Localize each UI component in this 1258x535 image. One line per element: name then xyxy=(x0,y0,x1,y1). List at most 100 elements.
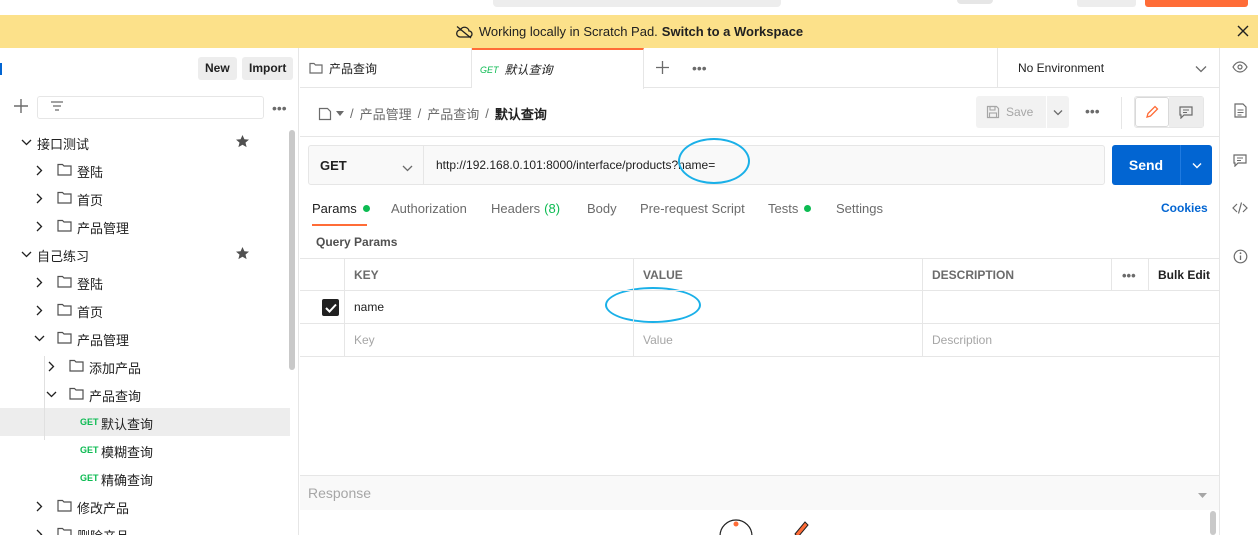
cookies-link[interactable]: Cookies xyxy=(1161,201,1208,215)
subtab-label: Params xyxy=(312,201,357,216)
comment-icon xyxy=(1179,105,1193,119)
more-options-icon[interactable]: ••• xyxy=(272,100,287,116)
new-key-input[interactable]: Key xyxy=(344,324,633,356)
sidebar-scrollbar[interactable] xyxy=(289,130,295,370)
chevron-down-icon[interactable] xyxy=(45,388,57,400)
chevron-right-icon[interactable] xyxy=(45,360,57,372)
save-button[interactable]: Save xyxy=(976,96,1046,128)
documentation-icon[interactable] xyxy=(1232,102,1248,118)
search-bar[interactable] xyxy=(493,0,781,7)
chevron-down-icon xyxy=(1053,109,1063,115)
edit-mode-button[interactable] xyxy=(1135,97,1169,127)
subtab-settings[interactable]: Settings xyxy=(836,201,883,216)
subtab-params[interactable]: Params xyxy=(312,201,370,216)
sidebar-collection-item[interactable]: 接口测试 xyxy=(0,128,290,156)
param-description-input[interactable] xyxy=(922,291,1219,323)
code-icon[interactable] xyxy=(1232,200,1248,216)
folder-icon xyxy=(57,303,72,316)
tab-default-query[interactable]: GET 默认查询 xyxy=(472,48,644,89)
caret-down-icon[interactable] xyxy=(1198,488,1207,502)
chevron-right-icon[interactable] xyxy=(33,220,45,232)
eye-icon[interactable] xyxy=(1232,59,1248,75)
upgrade-button[interactable] xyxy=(1145,0,1248,7)
sidebar-request-item[interactable]: GET 精确查询 xyxy=(0,464,290,492)
comments-icon[interactable] xyxy=(1232,152,1248,168)
comment-mode-button[interactable] xyxy=(1169,97,1203,127)
method-select[interactable]: GET xyxy=(309,146,424,184)
sidebar-folder-item[interactable]: 登陆 xyxy=(0,156,290,184)
sidebar-folder-item[interactable]: 首页 xyxy=(0,184,290,212)
subtab-label: Pre-request Script xyxy=(640,201,745,216)
sidebar-folder-item[interactable]: 产品管理 xyxy=(0,324,290,352)
tab-product-query[interactable]: 产品查询 xyxy=(300,48,472,88)
sidebar-collection-item[interactable]: 自己练习 xyxy=(0,240,290,268)
new-value-input[interactable]: Value xyxy=(633,324,922,356)
subtab-authorization[interactable]: Authorization xyxy=(391,201,467,216)
table-options-icon[interactable]: ••• xyxy=(1111,259,1148,291)
request-header: / 产品管理 / 产品查询 / 默认查询 Save ••• xyxy=(300,89,1219,137)
new-tab-icon[interactable] xyxy=(655,60,670,78)
chevron-right-icon[interactable] xyxy=(33,304,45,316)
cloud-icon xyxy=(455,25,473,39)
new-description-input[interactable]: Description xyxy=(922,324,1219,356)
chevron-right-icon[interactable] xyxy=(33,500,45,512)
subtab-headers[interactable]: Headers (8) xyxy=(491,201,560,216)
request-name[interactable]: 默认查询 xyxy=(495,104,547,123)
save-options-button[interactable] xyxy=(1046,96,1069,128)
sidebar-request-item[interactable]: GET 模糊查询 xyxy=(0,436,290,464)
breadcrumb-item[interactable]: 产品管理 xyxy=(360,104,412,123)
folder-icon xyxy=(69,359,84,372)
chevron-down-icon[interactable] xyxy=(33,332,45,344)
tab-label: 产品查询 xyxy=(329,61,378,76)
subtab-body[interactable]: Body xyxy=(587,201,617,216)
send-button[interactable]: Send xyxy=(1112,145,1212,185)
subtab-tests[interactable]: Tests xyxy=(768,201,812,216)
response-header[interactable]: Response xyxy=(300,476,1219,510)
breadcrumb-item[interactable]: 产品查询 xyxy=(427,104,479,123)
chevron-down-icon[interactable] xyxy=(20,136,32,148)
response-scrollbar[interactable] xyxy=(1210,511,1216,535)
star-icon[interactable] xyxy=(235,246,250,264)
folder-icon xyxy=(69,387,84,400)
chevron-down-icon[interactable] xyxy=(20,248,32,260)
sidebar-item-label: 模糊查询 xyxy=(101,445,154,460)
sidebar-folder-item[interactable]: 产品管理 xyxy=(0,212,290,240)
chevron-right-icon[interactable] xyxy=(33,192,45,204)
import-button[interactable]: Import xyxy=(242,57,294,80)
environment-selector[interactable]: No Environment xyxy=(997,48,1219,88)
close-icon[interactable] xyxy=(1236,24,1250,38)
app-header xyxy=(0,0,1258,15)
sidebar-folder-item[interactable]: 登陆 xyxy=(0,268,290,296)
chevron-right-icon[interactable] xyxy=(33,276,45,288)
more-actions-icon[interactable]: ••• xyxy=(1085,103,1100,119)
sidebar-folder-item[interactable]: 首页 xyxy=(0,296,290,324)
param-value-input[interactable] xyxy=(633,291,922,323)
send-options-button[interactable] xyxy=(1180,145,1212,185)
chevron-right-icon[interactable] xyxy=(33,164,45,176)
collection-tree: 接口测试 登陆 首页 产品管理 自己练习 登陆 首页 产品管理 添加产品 产品查询 GET 默认查询 G… xyxy=(0,128,290,535)
avatar[interactable] xyxy=(957,0,993,4)
status-dot xyxy=(362,205,370,212)
request-icon[interactable] xyxy=(318,107,332,121)
chevron-right-icon[interactable] xyxy=(33,528,45,535)
sidebar-folder-item[interactable]: 修改产品 xyxy=(0,492,290,520)
subtab-pre-request-script[interactable]: Pre-request Script xyxy=(640,201,745,216)
url-input[interactable]: http://192.168.0.101:8000/interface/prod… xyxy=(424,146,1104,184)
new-button[interactable]: New xyxy=(198,57,237,80)
folder-icon xyxy=(57,191,72,204)
empty-state-illustration xyxy=(719,519,809,535)
add-icon[interactable] xyxy=(13,98,29,117)
sidebar-folder-item[interactable]: 删除产品 xyxy=(0,520,290,535)
folder-icon xyxy=(57,219,72,232)
tab-options-icon[interactable]: ••• xyxy=(692,60,707,76)
info-icon[interactable] xyxy=(1232,248,1248,264)
caret-down-icon[interactable] xyxy=(336,110,344,117)
header-button[interactable] xyxy=(1077,0,1136,7)
param-key-input[interactable]: name xyxy=(344,291,633,323)
star-icon[interactable] xyxy=(235,134,250,152)
bulk-edit-button[interactable]: Bulk Edit xyxy=(1148,259,1219,291)
status-dot xyxy=(804,205,812,212)
param-checkbox[interactable] xyxy=(322,299,339,316)
switch-workspace-link[interactable]: Switch to a Workspace xyxy=(662,24,803,39)
filter-input[interactable] xyxy=(37,96,264,119)
